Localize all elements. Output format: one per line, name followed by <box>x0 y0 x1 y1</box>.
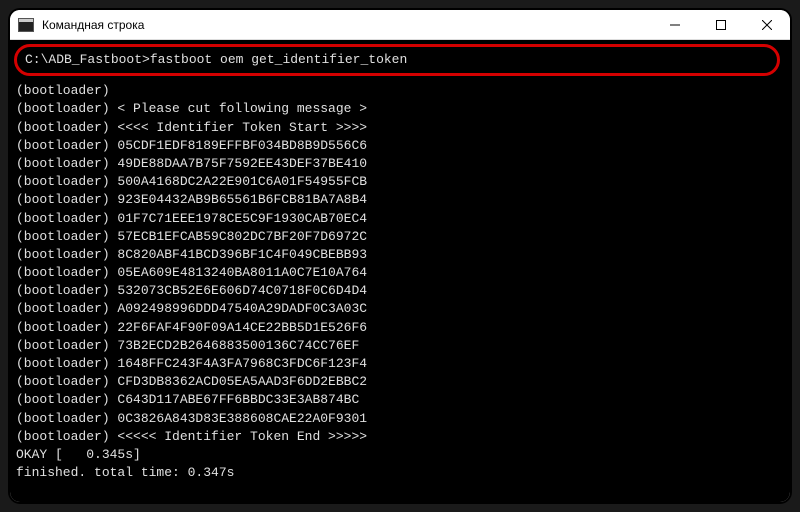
screenshot-frame: Командная строка C:\ADB_Fastboot>fastboo… <box>8 8 792 504</box>
title-bar[interactable]: Командная строка <box>10 10 790 40</box>
terminal-line: (bootloader) 49DE88DAA7B75F7592EE43DEF37… <box>16 155 784 173</box>
cmd-window: Командная строка C:\ADB_Fastboot>fastboo… <box>10 10 790 502</box>
terminal-line: (bootloader) 0C3826A843D83E388608CAE22A0… <box>16 410 784 428</box>
close-button[interactable] <box>744 10 790 39</box>
terminal-line: (bootloader) CFD3DB8362ACD05EA5AAD3F6DD2… <box>16 373 784 391</box>
window-controls <box>652 10 790 39</box>
minimize-button[interactable] <box>652 10 698 39</box>
terminal-line: (bootloader) 532073CB52E6E606D74C0718F0C… <box>16 282 784 300</box>
terminal-line: (bootloader) 57ECB1EFCAB59C802DC7BF20F7D… <box>16 228 784 246</box>
terminal-line: (bootloader) < Please cut following mess… <box>16 100 784 118</box>
terminal-line: finished. total time: 0.347s <box>16 464 784 482</box>
terminal-line: (bootloader) 22F6FAF4F90F09A14CE22BB5D1E… <box>16 319 784 337</box>
terminal-line: (bootloader) 500A4168DC2A22E901C6A01F549… <box>16 173 784 191</box>
terminal-line: (bootloader) <<<< Identifier Token Start… <box>16 119 784 137</box>
window-title: Командная строка <box>42 18 652 32</box>
terminal-line: (bootloader) A092498996DDD47540A29DADF0C… <box>16 300 784 318</box>
command-highlight: C:\ADB_Fastboot>fastboot oem get_identif… <box>14 44 780 76</box>
terminal-line: (bootloader) 73B2ECD2B2646883500136C74CC… <box>16 337 784 355</box>
terminal-line: (bootloader) <box>16 82 784 100</box>
terminal-line: (bootloader) 05EA609E4813240BA8011A0C7E1… <box>16 264 784 282</box>
terminal-area[interactable]: C:\ADB_Fastboot>fastboot oem get_identif… <box>10 40 790 502</box>
terminal-line: (bootloader) <<<<< Identifier Token End … <box>16 428 784 446</box>
prompt-command: fastboot oem get_identifier_token <box>150 52 407 67</box>
terminal-line: (bootloader) 8C820ABF41BCD396BF1C4F049CB… <box>16 246 784 264</box>
terminal-line: (bootloader) 05CDF1EDF8189EFFBF034BD8B9D… <box>16 137 784 155</box>
terminal-line: OKAY [ 0.345s] <box>16 446 784 464</box>
cmd-icon <box>18 18 34 32</box>
prompt-path: C:\ADB_Fastboot> <box>25 52 150 67</box>
maximize-button[interactable] <box>698 10 744 39</box>
terminal-line: (bootloader) 01F7C71EEE1978CE5C9F1930CAB… <box>16 210 784 228</box>
terminal-output: (bootloader) (bootloader) < Please cut f… <box>16 82 784 482</box>
terminal-line: (bootloader) C643D117ABE67FF6BBDC33E3AB8… <box>16 391 784 409</box>
prompt-line: C:\ADB_Fastboot>fastboot oem get_identif… <box>25 52 407 67</box>
terminal-line: (bootloader) 1648FFC243F4A3FA7968C3FDC6F… <box>16 355 784 373</box>
terminal-line: (bootloader) 923E04432AB9B65561B6FCB81BA… <box>16 191 784 209</box>
